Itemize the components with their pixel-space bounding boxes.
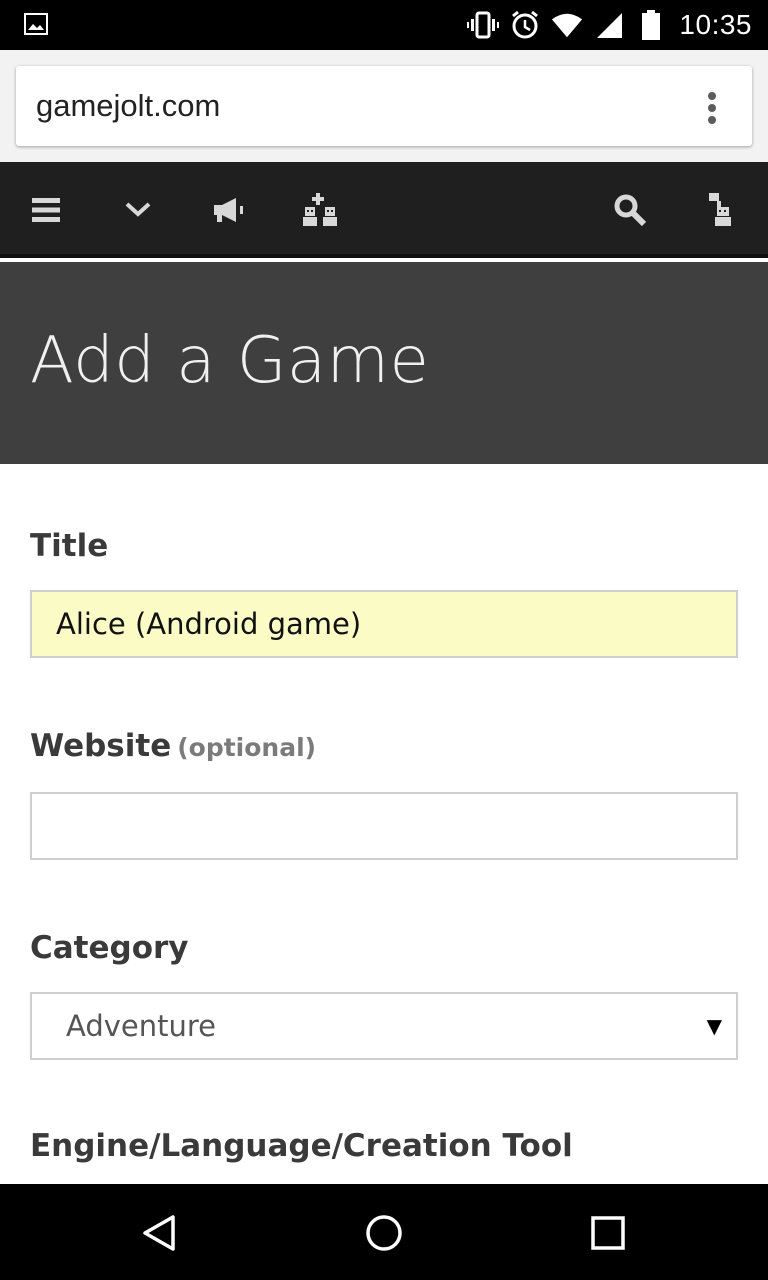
page-header: Add a Game <box>0 262 768 464</box>
home-icon[interactable] <box>359 1208 409 1258</box>
category-label: Category <box>30 930 189 966</box>
website-input[interactable] <box>30 792 738 860</box>
recents-icon[interactable] <box>583 1208 633 1258</box>
user-icon[interactable] <box>700 190 744 230</box>
clock-time: 10:35 <box>679 9 752 40</box>
status-bar: 10:35 <box>0 0 768 50</box>
title-input-value: Alice (Android game) <box>56 607 362 641</box>
chevron-down-icon[interactable] <box>116 190 160 230</box>
website-label-text: Website <box>30 728 172 764</box>
engine-label: Engine/Language/Creation Tool <box>30 1128 573 1164</box>
category-select[interactable]: Adventure ▼ <box>30 992 738 1060</box>
android-nav-bar <box>0 1184 768 1280</box>
battery-icon <box>635 9 667 41</box>
category-select-value: Adventure <box>66 1009 216 1043</box>
url-text[interactable]: gamejolt.com <box>36 88 220 124</box>
title-input[interactable]: Alice (Android game) <box>30 590 738 658</box>
browser-toolbar: gamejolt.com <box>0 50 768 162</box>
website-label: Website (optional) <box>30 728 316 764</box>
megaphone-icon[interactable] <box>208 190 252 230</box>
signal-icon <box>593 9 625 41</box>
image-icon <box>24 13 48 35</box>
vibrate-icon <box>467 9 500 41</box>
menu-icon[interactable] <box>24 190 68 230</box>
search-icon[interactable] <box>608 190 652 230</box>
wifi-icon <box>551 9 583 41</box>
users-add-icon[interactable] <box>300 190 344 230</box>
title-label: Title <box>30 528 109 564</box>
dropdown-arrow-icon: ▼ <box>706 1014 722 1038</box>
back-icon[interactable] <box>134 1208 184 1258</box>
optional-hint: (optional) <box>177 733 317 762</box>
site-nav <box>0 162 768 258</box>
url-bar[interactable]: gamejolt.com <box>16 66 752 146</box>
page-title: Add a Game <box>30 324 430 398</box>
more-vert-icon[interactable] <box>692 88 732 128</box>
alarm-icon <box>509 9 541 41</box>
